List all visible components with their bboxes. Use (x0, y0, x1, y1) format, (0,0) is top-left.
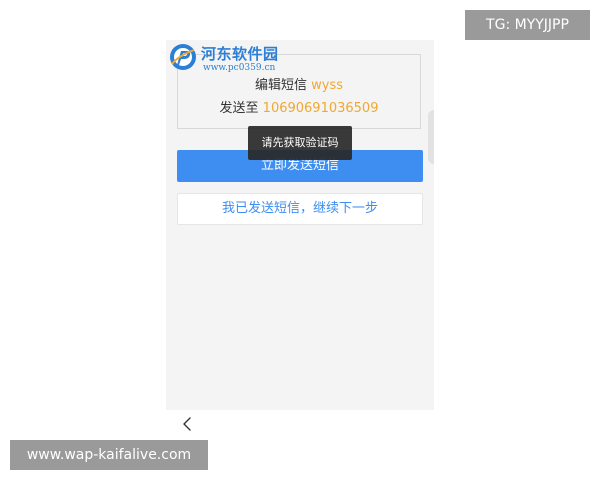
site-logo-text: 河东软件园 www.pc0359.cn (201, 42, 279, 73)
tg-watermark-label: TG: MYYJJPP (465, 10, 590, 40)
sent-continue-button[interactable]: 我已发送短信，继续下一步 (177, 193, 423, 225)
send-to-line: 发送至 10690691036509 (178, 97, 420, 116)
sms-keyword: wyss (311, 78, 344, 93)
phone-screen: 编辑短信 wyss 发送至 10690691036509 河东软件园 www.p… (166, 40, 434, 410)
site-watermark-logo: 河东软件园 www.pc0359.cn (168, 42, 279, 73)
edit-sms-label: 编辑短信 (254, 78, 307, 93)
site-logo-url: www.pc0359.cn (203, 63, 276, 73)
site-watermark-label: www.wap-kaifalive.com (10, 440, 208, 470)
send-to-label: 发送至 (219, 101, 259, 116)
page: 编辑短信 wyss 发送至 10690691036509 河东软件园 www.p… (0, 0, 600, 480)
side-edge-handle (428, 110, 434, 164)
sms-number: 10690691036509 (262, 101, 379, 116)
chevron-left-icon[interactable] (180, 416, 194, 432)
site-logo-name: 河东软件园 (201, 45, 279, 63)
toast-message: 请先获取验证码 (248, 126, 352, 160)
edit-sms-line: 编辑短信 wyss (178, 74, 420, 93)
pc-logo-icon (170, 44, 196, 70)
